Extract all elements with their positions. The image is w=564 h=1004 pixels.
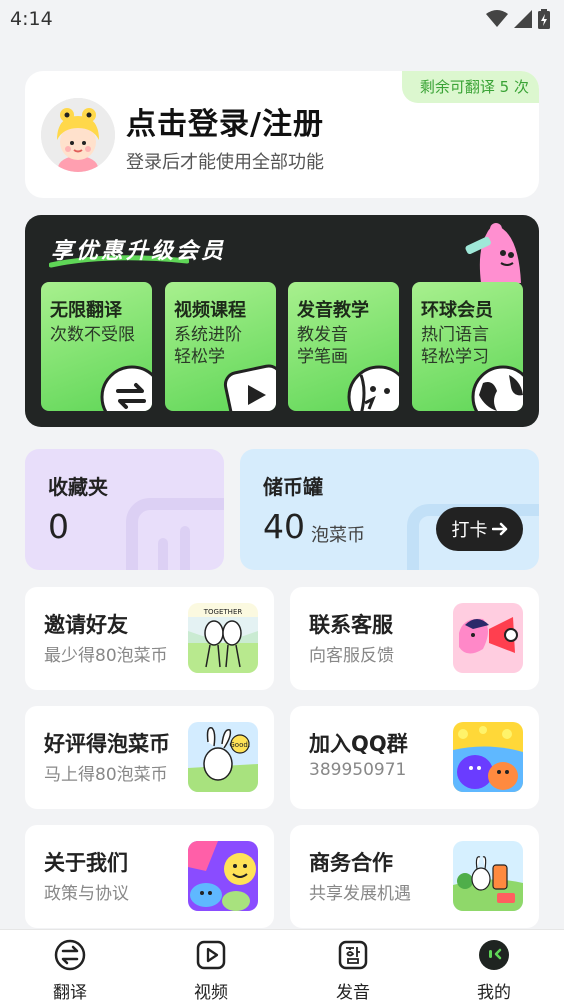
folder-chart-icon [126,498,224,570]
globe-icon [471,365,523,411]
status-time: 4:14 [10,8,53,30]
business-cooperation-card[interactable]: 商务合作 共享发展机遇 [290,825,539,928]
pronunciation-icon [338,940,368,970]
menu-title: 加入QQ群 [309,732,408,756]
pink-mascot-icon [465,223,521,283]
good-bunny-icon: Good! [188,722,258,792]
vip-tile-title: 视频课程 [174,300,246,321]
about-us-card[interactable]: 关于我们 政策与协议 [25,825,274,928]
flower-friends-icon [453,722,523,792]
vip-upgrade-card[interactable]: 享优惠升级会员 无限翻译 次数不受限 视频课程 系统进阶 轻松学 发音教学 教发音… [25,215,539,427]
tab-pronunciation[interactable]: 发音 [323,938,383,1003]
vip-tile-global-member[interactable]: 环球会员 热门语言 轻松学习 [412,282,523,411]
face-icon [347,365,399,411]
menu-subtitle: 共享发展机遇 [309,884,411,904]
menu-subtitle: 马上得80泡菜币 [44,765,168,785]
menu-title: 联系客服 [309,613,393,637]
favorites-card[interactable]: 收藏夹 0 [25,449,224,570]
avatar[interactable] [41,98,115,172]
svg-text:TOGETHER: TOGETHER [203,608,243,616]
frog-hat-avatar-icon [41,98,115,172]
favorites-label: 收藏夹 [48,475,108,499]
menu-title: 商务合作 [309,851,393,875]
vip-tile-title: 环球会员 [421,300,493,321]
coin-amount: 40 [263,507,305,546]
vip-tile-title: 无限翻译 [50,300,122,321]
coin-unit: 泡菜币 [311,525,365,546]
wifi-icon [486,10,508,27]
checkin-label: 打卡 [451,520,488,541]
login-subtitle: 登录后才能使用全部功能 [126,152,324,173]
video-icon [196,940,226,970]
vip-tile-desc: 教发音 学笔画 [297,325,348,367]
battery-icon [538,9,550,29]
arrow-right-icon [491,522,507,536]
vip-title: 享优惠升级会员 [51,239,227,264]
menu-subtitle: 389950971 [309,760,407,780]
vip-tile-video-course[interactable]: 视频课程 系统进阶 轻松学 [165,282,276,411]
rate-app-card[interactable]: 好评得泡菜币 马上得80泡菜币 Good! [25,706,274,809]
menu-title: 邀请好友 [44,613,128,637]
megaphone-mascot-icon [453,603,523,673]
vip-tile-title: 发音教学 [297,300,369,321]
tab-label: 发音 [336,983,370,1003]
contact-support-card[interactable]: 联系客服 向客服反馈 [290,587,539,690]
together-friends-icon: TOGETHER [188,603,258,673]
tab-label: 我的 [477,983,511,1003]
picnic-friends-icon [453,841,523,911]
favorites-count: 0 [48,507,69,546]
menu-title: 好评得泡菜币 [44,732,170,756]
smiley-group-icon [188,841,258,911]
join-qq-group-card[interactable]: 加入QQ群 389950971 [290,706,539,809]
login-title[interactable]: 点击登录/注册 [126,99,324,143]
vip-tile-desc: 次数不受限 [50,325,135,345]
status-icons [486,9,550,29]
swap-arrows-icon [100,365,152,411]
vip-tile-pronunciation[interactable]: 发音教学 教发音 学笔画 [288,282,399,411]
menu-subtitle: 政策与协议 [44,884,129,904]
translation-quota-badge: 剩余可翻译 5 次 [401,71,539,103]
tab-label: 翻译 [53,983,87,1003]
menu-title: 关于我们 [44,851,128,875]
menu-subtitle: 向客服反馈 [309,646,394,666]
menu-subtitle: 最少得80泡菜币 [44,646,168,666]
login-card[interactable]: 剩余可翻译 5 次 点击登录/注册 登录后才能使用全部功能 [25,71,539,198]
play-icon [223,364,276,411]
coin-jar-card[interactable]: 储币罐 40 泡菜币 打卡 [240,449,539,570]
tab-video[interactable]: 视频 [181,938,241,1003]
signal-icon [514,10,532,28]
tab-translate[interactable]: 翻译 [40,938,100,1003]
tab-label: 视频 [194,983,228,1003]
status-bar: 4:14 [0,0,564,38]
bottom-nav: 翻译 视频 发音 我的 [0,929,564,1004]
vip-tile-unlimited-translation[interactable]: 无限翻译 次数不受限 [41,282,152,411]
checkin-button[interactable]: 打卡 [436,507,523,551]
profile-icon [479,940,509,970]
translate-icon [54,939,86,971]
invite-friends-card[interactable]: 邀请好友 最少得80泡菜币 TOGETHER [25,587,274,690]
coin-jar-label: 储币罐 [263,475,323,499]
tab-profile[interactable]: 我的 [464,938,524,1003]
svg-text:Good!: Good! [229,741,250,749]
